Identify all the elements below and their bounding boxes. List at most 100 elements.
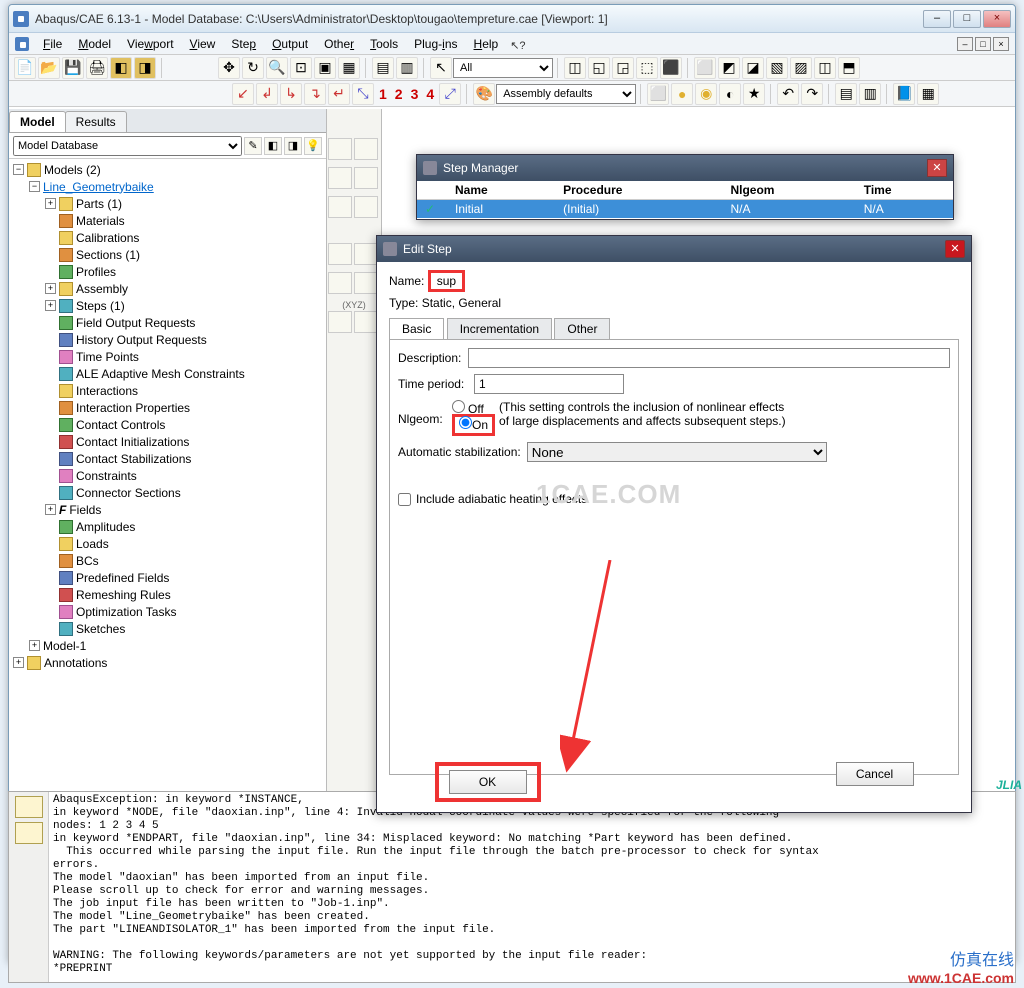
tab-incrementation[interactable]: Incrementation <box>447 318 552 339</box>
tree-model1[interactable]: Model-1 <box>43 639 86 653</box>
pan-icon[interactable]: ✥ <box>218 57 240 79</box>
tree-db-select[interactable]: Model Database <box>13 136 242 156</box>
viewport-1[interactable]: 1 <box>379 86 387 102</box>
cube2-icon[interactable]: ◩ <box>718 57 740 79</box>
new-icon[interactable]: 📄 <box>14 57 36 79</box>
end-icon[interactable]: ▦ <box>917 83 939 105</box>
grid2-icon[interactable]: ▥ <box>396 57 418 79</box>
tt-icon-4[interactable]: 💡 <box>304 137 322 155</box>
mdi-minimize[interactable]: – <box>957 37 973 51</box>
cube3-icon[interactable]: ◪ <box>742 57 764 79</box>
redo-icon[interactable]: ↷ <box>801 83 823 105</box>
db-icon-2[interactable]: ◨ <box>134 57 156 79</box>
view2-icon[interactable]: ◱ <box>588 57 610 79</box>
tab-basic[interactable]: Basic <box>389 318 444 339</box>
list1-icon[interactable]: ▤ <box>835 83 857 105</box>
tt-icon-3[interactable]: ◨ <box>284 137 302 155</box>
menu-help[interactable]: Help <box>466 35 507 53</box>
edit-step-titlebar[interactable]: Edit Step ✕ <box>377 236 971 262</box>
ok-button[interactable]: OK <box>449 770 527 794</box>
book-icon[interactable]: 📘 <box>893 83 915 105</box>
rs4-icon[interactable]: ◐ <box>719 83 741 105</box>
menu-view[interactable]: View <box>182 35 224 53</box>
tab-other[interactable]: Other <box>554 318 610 339</box>
auto-fit-icon[interactable]: ▦ <box>338 57 360 79</box>
table-row[interactable]: ✓ Initial (Initial) N/A N/A <box>417 200 953 219</box>
axis4-icon[interactable]: ↴ <box>304 83 326 105</box>
tool-7[interactable] <box>328 243 352 265</box>
tab-model[interactable]: Model <box>9 111 66 132</box>
menu-output[interactable]: Output <box>264 35 316 53</box>
context-help-icon[interactable] <box>510 36 526 52</box>
step-table[interactable]: Name Procedure Nlgeom Time ✓ Initial (In… <box>417 181 953 218</box>
tool-3[interactable] <box>328 167 352 189</box>
menu-file[interactable]: File <box>35 35 70 53</box>
save-icon[interactable]: 💾 <box>62 57 84 79</box>
tool-9[interactable] <box>328 272 352 294</box>
console-text[interactable]: AbaqusException: in keyword *INSTANCE, i… <box>49 792 1015 982</box>
rs3-icon[interactable]: ◉ <box>695 83 717 105</box>
cube1-icon[interactable]: ⬜ <box>694 57 716 79</box>
list2-icon[interactable]: ▥ <box>859 83 881 105</box>
nlgeom-off-radio[interactable] <box>452 400 465 413</box>
menu-step[interactable]: Step <box>223 35 264 53</box>
fit-icon[interactable]: ▣ <box>314 57 336 79</box>
view4-icon[interactable]: ⬚ <box>636 57 658 79</box>
tool-8[interactable] <box>354 243 378 265</box>
view1-icon[interactable]: ◫ <box>564 57 586 79</box>
tab-results[interactable]: Results <box>65 111 127 132</box>
menu-tools[interactable]: Tools <box>362 35 406 53</box>
rs2-icon[interactable]: ● <box>671 83 693 105</box>
tool-11[interactable] <box>328 311 352 333</box>
tt-icon-2[interactable]: ◧ <box>264 137 282 155</box>
menu-viewport[interactable]: Viewport <box>119 35 182 53</box>
adiabatic-checkbox[interactable] <box>398 493 411 506</box>
minimize-button[interactable]: – <box>923 10 951 28</box>
tool-4[interactable] <box>354 167 378 189</box>
render-style-select[interactable]: Assembly defaults <box>496 84 636 104</box>
cube4-icon[interactable]: ▧ <box>766 57 788 79</box>
maximize-button[interactable]: □ <box>953 10 981 28</box>
undo-icon[interactable]: ↶ <box>777 83 799 105</box>
toggle-icon[interactable]: − <box>13 164 24 175</box>
step-mgr-close[interactable]: ✕ <box>927 159 947 177</box>
console-info-icon[interactable] <box>15 796 43 818</box>
axis6-icon[interactable]: ⤡ <box>352 83 374 105</box>
cube5-icon[interactable]: ▨ <box>790 57 812 79</box>
triad-icon[interactable]: ⤢ <box>439 83 461 105</box>
selection-scope-select[interactable]: All <box>453 58 553 78</box>
open-icon[interactable]: 📂 <box>38 57 60 79</box>
nlgeom-on-radio[interactable] <box>459 416 472 429</box>
axis3-icon[interactable]: ↳ <box>280 83 302 105</box>
step-mgr-titlebar[interactable]: Step Manager ✕ <box>417 155 953 181</box>
tool-12[interactable] <box>354 311 378 333</box>
viewport-2[interactable]: 2 <box>395 86 403 102</box>
rs1-icon[interactable]: ⬜ <box>647 83 669 105</box>
zoom-icon[interactable]: 🔍 <box>266 57 288 79</box>
axis2-icon[interactable]: ↲ <box>256 83 278 105</box>
mdi-close[interactable]: × <box>993 37 1009 51</box>
rotate-icon[interactable]: ↻ <box>242 57 264 79</box>
tool-create[interactable] <box>328 138 352 160</box>
viewport-3[interactable]: 3 <box>411 86 419 102</box>
db-icon-1[interactable]: ◧ <box>110 57 132 79</box>
mdi-restore[interactable]: □ <box>975 37 991 51</box>
menu-plugins[interactable]: Plug-ins <box>406 35 465 53</box>
tool-5[interactable] <box>328 196 352 218</box>
print-icon[interactable]: 🖨 <box>86 57 108 79</box>
palette-icon[interactable]: 🎨 <box>473 83 495 105</box>
description-input[interactable] <box>468 348 950 368</box>
console-warn-icon[interactable] <box>15 822 43 844</box>
menu-model[interactable]: Model <box>70 35 119 53</box>
time-period-input[interactable] <box>474 374 624 394</box>
edit-step-close[interactable]: ✕ <box>945 240 965 258</box>
cancel-button[interactable]: Cancel <box>836 762 914 786</box>
view5-icon[interactable]: ⬛ <box>660 57 682 79</box>
tool-10[interactable] <box>354 272 378 294</box>
toggle-icon[interactable]: − <box>29 181 40 192</box>
tool-manager[interactable] <box>354 138 378 160</box>
zoom-box-icon[interactable]: ⊡ <box>290 57 312 79</box>
tool-6[interactable] <box>354 196 378 218</box>
auto-stab-select[interactable]: None <box>527 442 827 462</box>
close-button[interactable]: × <box>983 10 1011 28</box>
